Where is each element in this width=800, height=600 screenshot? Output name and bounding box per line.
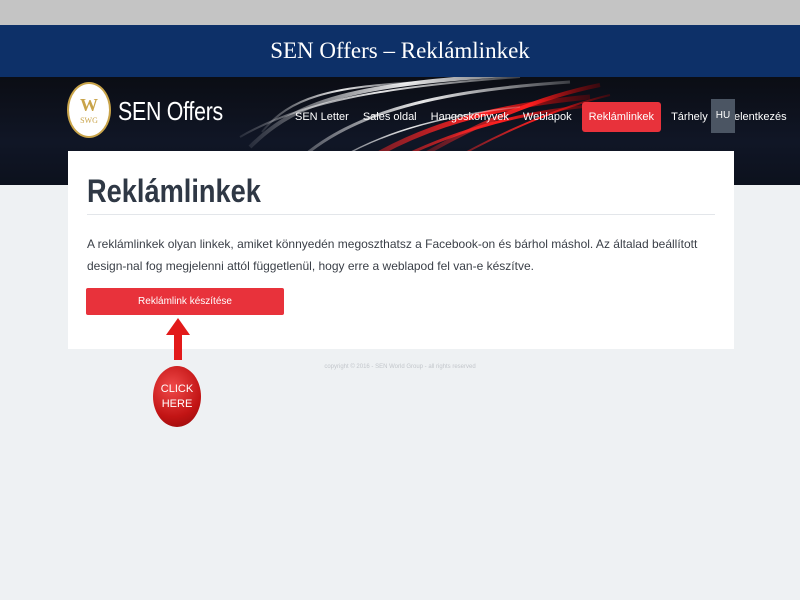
copyright-text: copyright © 2016 - SEN World Group - all… xyxy=(324,364,476,370)
create-ad-link-button[interactable]: Reklámlink készítése xyxy=(86,288,284,315)
click-label: CLICK xyxy=(160,382,194,395)
here-label: HERE xyxy=(161,397,193,410)
click-here-badge: CLICK HERE xyxy=(153,366,201,427)
top-margin xyxy=(0,0,800,25)
nav-reklamlinkek[interactable]: Reklámlinkek xyxy=(581,102,662,132)
brand-name[interactable]: SEN Offers xyxy=(118,96,223,127)
slide-title: SEN Offers – Reklámlinkek xyxy=(0,25,800,77)
language-selector[interactable]: HU xyxy=(711,99,735,133)
logo-subtext: SWG xyxy=(80,115,98,125)
page-description: A reklámlinkek olyan linkek, amiket könn… xyxy=(87,237,698,273)
nav-weblapok[interactable]: Weblapok xyxy=(516,102,579,132)
logo-mark: W xyxy=(80,94,98,115)
arrow-shaft xyxy=(174,333,182,360)
swg-logo[interactable]: W SWG xyxy=(67,82,111,138)
page-title: Reklámlinkek xyxy=(87,173,261,209)
nav-hangoskonyvek[interactable]: Hangoskönyvek xyxy=(424,102,516,132)
nav-sales-oldal[interactable]: Sales oldal xyxy=(356,102,424,132)
title-divider xyxy=(87,214,715,215)
nav-tarhely[interactable]: Tárhely xyxy=(664,102,715,132)
nav-sen-letter[interactable]: SEN Letter xyxy=(288,102,356,132)
